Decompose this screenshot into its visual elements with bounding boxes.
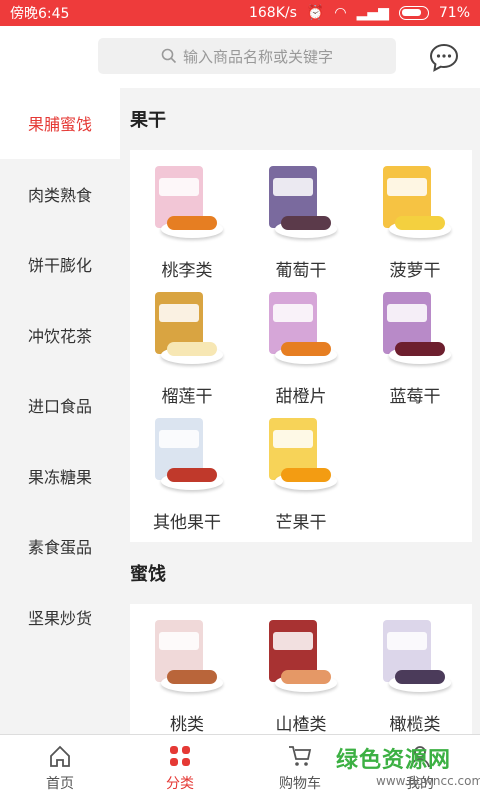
tab-cart[interactable]: 购物车: [240, 735, 360, 800]
product-grid: 桃李类 葡萄干 菠萝干榴莲干 甜橙片 蓝莓干其他果干 芒果干: [130, 150, 472, 542]
category-tile-label: 榴莲干: [161, 387, 213, 407]
product-image: [255, 288, 347, 372]
category-tile[interactable]: 橄榄类: [358, 610, 472, 734]
tab-label: 购物车: [279, 775, 321, 792]
tab-home[interactable]: 首页: [0, 735, 120, 800]
category-tile-label: 桃李类: [161, 261, 213, 281]
category-tile-label: 蓝莓干: [389, 387, 441, 407]
product-image: [141, 288, 233, 372]
category-content: 果干桃李类 葡萄干 菠萝干榴莲干 甜橙片 蓝莓干其他果干 芒果干蜜饯桃类 山楂类 橄榄类: [120, 88, 480, 734]
tab-user[interactable]: 我的: [360, 735, 480, 800]
tab-label: 我的: [406, 775, 434, 792]
category-tile[interactable]: 山楂类: [244, 610, 358, 734]
category-tile[interactable]: 葡萄干: [244, 156, 358, 282]
cart-icon: [289, 745, 312, 766]
product-grid: 桃类 山楂类 橄榄类: [130, 604, 472, 734]
category-tile-label: 其他果干: [153, 513, 221, 533]
sidebar-item[interactable]: 饼干膨化: [0, 229, 120, 300]
sidebar-item[interactable]: 果脯蜜饯: [0, 88, 120, 159]
tab-label: 首页: [46, 775, 74, 792]
product-image: [255, 162, 347, 246]
tab-label: 分类: [166, 775, 194, 792]
user-icon: [410, 745, 430, 767]
category-tile-label: 桃类: [170, 715, 204, 734]
category-tile-label: 菠萝干: [389, 261, 441, 281]
bottom-tab-bar: 首页 分类 购物车 我的: [0, 734, 480, 800]
category-tile[interactable]: 榴莲干: [130, 282, 244, 408]
category-tile[interactable]: 桃类: [130, 610, 244, 734]
network-speed: 168K/s: [248, 5, 297, 21]
category-icon: [170, 745, 190, 766]
category-tile[interactable]: 芒果干: [244, 408, 358, 534]
category-tile-label: 橄榄类: [389, 715, 441, 734]
search-input[interactable]: 输入商品名称或关键字: [98, 38, 396, 74]
product-image: [369, 162, 461, 246]
message-icon[interactable]: [428, 42, 460, 72]
sidebar-item[interactable]: 素食蛋品: [0, 511, 120, 582]
category-tile[interactable]: 蓝莓干: [358, 282, 472, 408]
category-tile-label: 甜橙片: [275, 387, 327, 407]
category-tile-label: 芒果干: [275, 513, 327, 533]
category-tile[interactable]: 菠萝干: [358, 156, 472, 282]
status-time: 傍晚6:45: [10, 6, 70, 22]
category-tile-label: 山楂类: [275, 715, 327, 734]
product-image: [141, 414, 233, 498]
category-tile-label: 葡萄干: [275, 261, 327, 281]
tab-category[interactable]: 分类: [120, 735, 240, 800]
category-tile[interactable]: 其他果干: [130, 408, 244, 534]
category-sidebar: 果脯蜜饯 肉类熟食 饼干膨化 冲饮花茶 进口食品 果冻糖果 素食蛋品 坚果炒货: [0, 88, 120, 734]
home-icon: [50, 745, 70, 767]
alarm-icon: ⏰: [306, 5, 325, 21]
top-bar: 输入商品名称或关键字: [0, 26, 480, 88]
product-image: [255, 616, 347, 700]
battery-icon: [398, 6, 429, 20]
category-tile[interactable]: 甜橙片: [244, 282, 358, 408]
sidebar-item[interactable]: 坚果炒货: [0, 582, 120, 653]
sidebar-item[interactable]: 果冻糖果: [0, 441, 120, 512]
battery-percent: 71%: [438, 5, 470, 21]
product-image: [369, 288, 461, 372]
product-image: [141, 616, 233, 700]
section-title: 果干: [130, 110, 166, 131]
status-bar: 傍晚6:45 168K/s ⏰ ◠ ▂▄▆ 71%: [0, 0, 480, 26]
sidebar-item[interactable]: 肉类熟食: [0, 159, 120, 230]
section-title: 蜜饯: [130, 564, 166, 585]
product-image: [369, 616, 461, 700]
product-image: [141, 162, 233, 246]
wifi-icon: ◠: [334, 5, 347, 21]
product-image: [255, 414, 347, 498]
sidebar-item[interactable]: 进口食品: [0, 370, 120, 441]
signal-icon: ▂▄▆: [356, 5, 389, 21]
sidebar-item[interactable]: 冲饮花茶: [0, 300, 120, 371]
category-tile[interactable]: 桃李类: [130, 156, 244, 282]
search-icon: [161, 48, 177, 64]
search-placeholder: 输入商品名称或关键字: [182, 47, 333, 66]
